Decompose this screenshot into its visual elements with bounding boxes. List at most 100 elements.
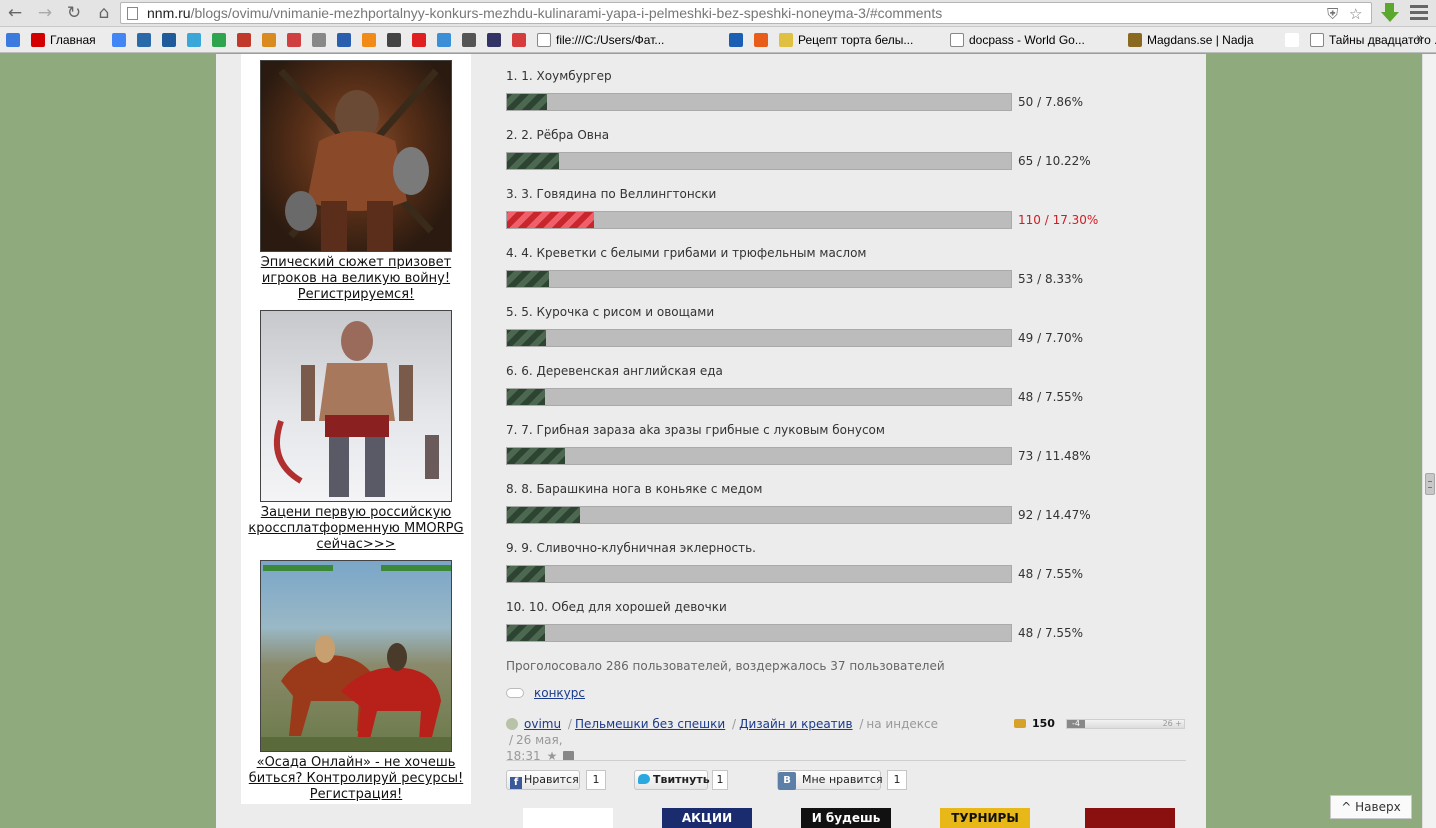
- ad-2[interactable]: Зацени первую российскую кроссплатформен…: [241, 310, 471, 553]
- check-icon[interactable]: [212, 33, 226, 47]
- file-icon: [537, 33, 551, 47]
- reload-icon[interactable]: ↻: [63, 3, 85, 23]
- post-tags: конкурс: [506, 686, 585, 700]
- vk-like-count: 1: [887, 770, 907, 790]
- poll-bar-track: [506, 93, 1012, 111]
- tweet-button[interactable]: Твитнуть: [634, 770, 710, 790]
- poll-total: Проголосовало 286 пользователей, воздерж…: [506, 659, 945, 673]
- poll-option-result: 48 / 7.55%: [1018, 567, 1084, 581]
- bookmarks-bar: Главная file:///C:/Users/Фат... Рецепт тор…: [0, 27, 1436, 53]
- banner-ad[interactable]: И будешь: [801, 808, 891, 828]
- forward-arrow-icon[interactable]: →: [34, 3, 56, 23]
- shield-icon[interactable]: ⛨: [1327, 5, 1338, 23]
- back-to-top-button[interactable]: ^ Наверх: [1330, 795, 1412, 819]
- banner-ad[interactable]: [523, 808, 613, 828]
- ad-image[interactable]: [260, 310, 452, 502]
- blog-link-design[interactable]: Дизайн и креатив: [739, 717, 852, 731]
- divider: [506, 760, 1186, 761]
- address-bar[interactable]: nnm.ru/blogs/ovimu/vnimanie-mezhportalny…: [120, 2, 1372, 24]
- poll-bar-fill: [507, 94, 547, 110]
- poll-bar-track: [506, 211, 1012, 229]
- bookmark-item[interactable]: docpass - World Go...: [950, 32, 1085, 48]
- apple-icon[interactable]: [237, 33, 251, 47]
- youtube-icon[interactable]: [412, 33, 426, 47]
- poll-option: 4. 4. Креветки с белыми грибами и трюфел…: [506, 231, 1196, 290]
- magdans-icon: [1128, 33, 1142, 47]
- barbarian-illustration: [278, 68, 439, 251]
- poll-bar-fill: [507, 448, 565, 464]
- ad-image[interactable]: [260, 60, 452, 252]
- banner-ad[interactable]: ТУРНИРЫ: [940, 808, 1030, 828]
- rating-negative[interactable]: -4: [1067, 720, 1085, 728]
- bookmark-item[interactable]: file:///C:/Users/Фат...: [537, 32, 664, 48]
- post-status: на индексе: [866, 717, 938, 731]
- poll-bar-track: [506, 506, 1012, 524]
- separator: /: [859, 717, 864, 731]
- poll-bar-track: [506, 152, 1012, 170]
- poll-option: 6. 6. Деревенская английская еда 48 / 7.5…: [506, 349, 1196, 408]
- ad-caption[interactable]: Эпический сюжет призовет игроков на вели…: [241, 255, 471, 303]
- poll-option-result: 92 / 14.47%: [1018, 508, 1091, 522]
- site-icon[interactable]: [162, 33, 176, 47]
- rating-positive[interactable]: 26 +: [1163, 719, 1182, 728]
- poll-option-result: 50 / 7.86%: [1018, 95, 1084, 109]
- poll-bar-fill: [507, 153, 559, 169]
- scrollbar-thumb[interactable]: [1425, 473, 1435, 495]
- bookmark-item[interactable]: Рецепт торта белы...: [779, 32, 913, 48]
- comments-icon[interactable]: [1014, 719, 1026, 728]
- tag-link[interactable]: конкурс: [534, 686, 585, 700]
- flower-icon[interactable]: [187, 33, 201, 47]
- comments-count[interactable]: 150: [1032, 717, 1055, 730]
- file-icon[interactable]: [1285, 33, 1299, 47]
- tag-icon[interactable]: [262, 33, 276, 47]
- wikipedia-icon[interactable]: [462, 33, 476, 47]
- n-icon[interactable]: [729, 33, 743, 47]
- poll-option-label: 1. 1. Хоумбургер: [506, 69, 612, 83]
- poll-option: 2. 2. Рёбра Овна 65 / 10.22%: [506, 113, 1196, 172]
- poll-bar-fill: [507, 271, 549, 287]
- site-icon[interactable]: [437, 33, 451, 47]
- banner-ad[interactable]: [1085, 808, 1175, 828]
- bookmarks-overflow-icon[interactable]: »: [1416, 31, 1424, 46]
- poll-option-label: 7. 7. Грибная зараза aka зразы грибные с…: [506, 423, 885, 437]
- google-icon[interactable]: [112, 33, 126, 47]
- site-icon[interactable]: [287, 33, 301, 47]
- menu-icon[interactable]: [1410, 5, 1428, 21]
- poll-option-result: 48 / 7.55%: [1018, 626, 1084, 640]
- vk-like-button[interactable]: В Мне нравится: [777, 770, 883, 790]
- ad-image[interactable]: [260, 560, 452, 752]
- poll-option-label: 5. 5. Курочка с рисом и овощами: [506, 305, 715, 319]
- author-link[interactable]: ovimu: [524, 717, 561, 731]
- vertical-scrollbar[interactable]: [1422, 54, 1436, 828]
- translate-icon[interactable]: [6, 33, 20, 47]
- download-icon[interactable]: [1380, 3, 1400, 23]
- facebook-like-button[interactable]: f Нравится: [506, 770, 580, 790]
- star-bookmark-icon[interactable]: ☆: [1349, 5, 1362, 23]
- k-icon[interactable]: [754, 33, 768, 47]
- ad-caption[interactable]: «Осада Онлайн» - не хочешь биться? Контр…: [241, 755, 471, 803]
- url-text: nnm.ru/blogs/ovimu/vnimanie-mezhportalny…: [147, 5, 942, 21]
- bookmark-item[interactable]: Главная: [31, 32, 96, 48]
- bookmark-item[interactable]: Magdans.se | Nadja: [1128, 32, 1254, 48]
- odnoklassniki-icon[interactable]: [362, 33, 376, 47]
- blog-link-pelmeshki[interactable]: Пельмешки без спешки: [575, 717, 725, 731]
- poll-option: 1. 1. Хоумбургер 50 / 7.86%: [506, 54, 1196, 113]
- banner-ad[interactable]: АКЦИИ: [662, 808, 752, 828]
- flag-icon[interactable]: [337, 33, 351, 47]
- ad-3[interactable]: «Осада Онлайн» - не хочешь биться? Контр…: [241, 560, 471, 803]
- warrior-illustration: [274, 321, 439, 497]
- arrow-icon[interactable]: [387, 33, 401, 47]
- poll-option: 9. 9. Сливочно-клубничная эклерность. 48 …: [506, 526, 1196, 585]
- dice-icon[interactable]: [312, 33, 326, 47]
- person-icon[interactable]: [487, 33, 501, 47]
- ad-1[interactable]: Эпический сюжет призовет игроков на вели…: [241, 60, 471, 303]
- home-icon[interactable]: ⌂: [93, 3, 115, 23]
- ad-caption[interactable]: Зацени первую российскую кроссплатформен…: [241, 505, 471, 553]
- back-arrow-icon[interactable]: ←: [4, 3, 26, 23]
- site-icon[interactable]: [512, 33, 526, 47]
- poll-bar-track: [506, 565, 1012, 583]
- site-icon[interactable]: [137, 33, 151, 47]
- poll-bar-fill: [507, 330, 546, 346]
- poll-option-label: 2. 2. Рёбра Овна: [506, 128, 610, 142]
- facebook-like-count: 1: [586, 770, 606, 790]
